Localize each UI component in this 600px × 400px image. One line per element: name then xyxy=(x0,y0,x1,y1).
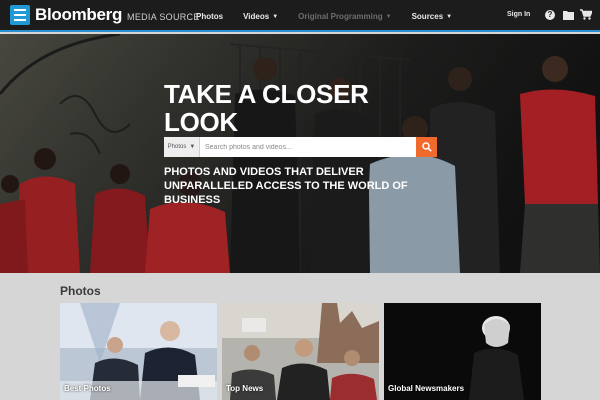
hero-title: TAKE A CLOSER LOOK xyxy=(164,79,369,137)
nav-sources[interactable]: Sources ▼ xyxy=(412,12,453,21)
nav-sources-label: Sources xyxy=(411,11,444,21)
search-bar: Photos ▼ xyxy=(164,137,437,157)
nav-original-programming[interactable]: Original Programming ▼ xyxy=(298,12,391,21)
search-input[interactable] xyxy=(200,137,416,157)
photo-card-top-news[interactable]: Top News xyxy=(222,303,379,400)
folder-icon[interactable] xyxy=(563,10,574,20)
brand-subtitle: MEDIA SOURCE xyxy=(127,11,200,22)
nav-videos[interactable]: Videos ▼ xyxy=(243,12,278,21)
photo-card-best-photos[interactable]: Best Photos xyxy=(60,303,217,400)
search-button[interactable] xyxy=(416,137,437,157)
card-label: Top News xyxy=(226,384,264,393)
nav-photos-label: Photos xyxy=(196,11,224,21)
hero-banner: TAKE A CLOSER LOOK Photos ▼ PHOTOS AND V… xyxy=(0,34,600,273)
nav-videos-label: Videos xyxy=(243,11,270,21)
card-label: Best Photos xyxy=(64,384,111,393)
hamburger-icon[interactable] xyxy=(10,5,30,25)
help-icon[interactable]: ? xyxy=(545,10,555,20)
search-type-label: Photos xyxy=(167,144,187,150)
cart-icon[interactable] xyxy=(580,9,592,20)
brand-logo[interactable]: Bloomberg xyxy=(35,5,122,25)
main-nav: Photos Videos ▼ Original Programming ▼ Sou… xyxy=(196,0,472,32)
photo-card-global-newsmakers[interactable]: Global Newsmakers xyxy=(384,303,541,400)
nav-photos[interactable]: Photos xyxy=(196,12,223,21)
search-type-dropdown[interactable]: Photos ▼ xyxy=(164,137,200,157)
section-title: Photos xyxy=(60,284,101,298)
chevron-down-icon: ▼ xyxy=(385,13,392,20)
hero-subtitle: PHOTOS AND VIDEOS THAT DELIVER UNPARALLE… xyxy=(164,166,408,206)
card-label: Global Newsmakers xyxy=(388,384,465,393)
chevron-down-icon: ▼ xyxy=(189,144,196,150)
chevron-down-icon: ▼ xyxy=(446,13,453,20)
chevron-down-icon: ▼ xyxy=(272,13,279,20)
nav-original-programming-label: Original Programming xyxy=(298,11,383,21)
photos-section: Photos Best Photos Top News Global Newsm… xyxy=(0,273,600,400)
search-icon xyxy=(421,142,432,152)
sign-in-link[interactable]: Sign In xyxy=(507,11,530,18)
